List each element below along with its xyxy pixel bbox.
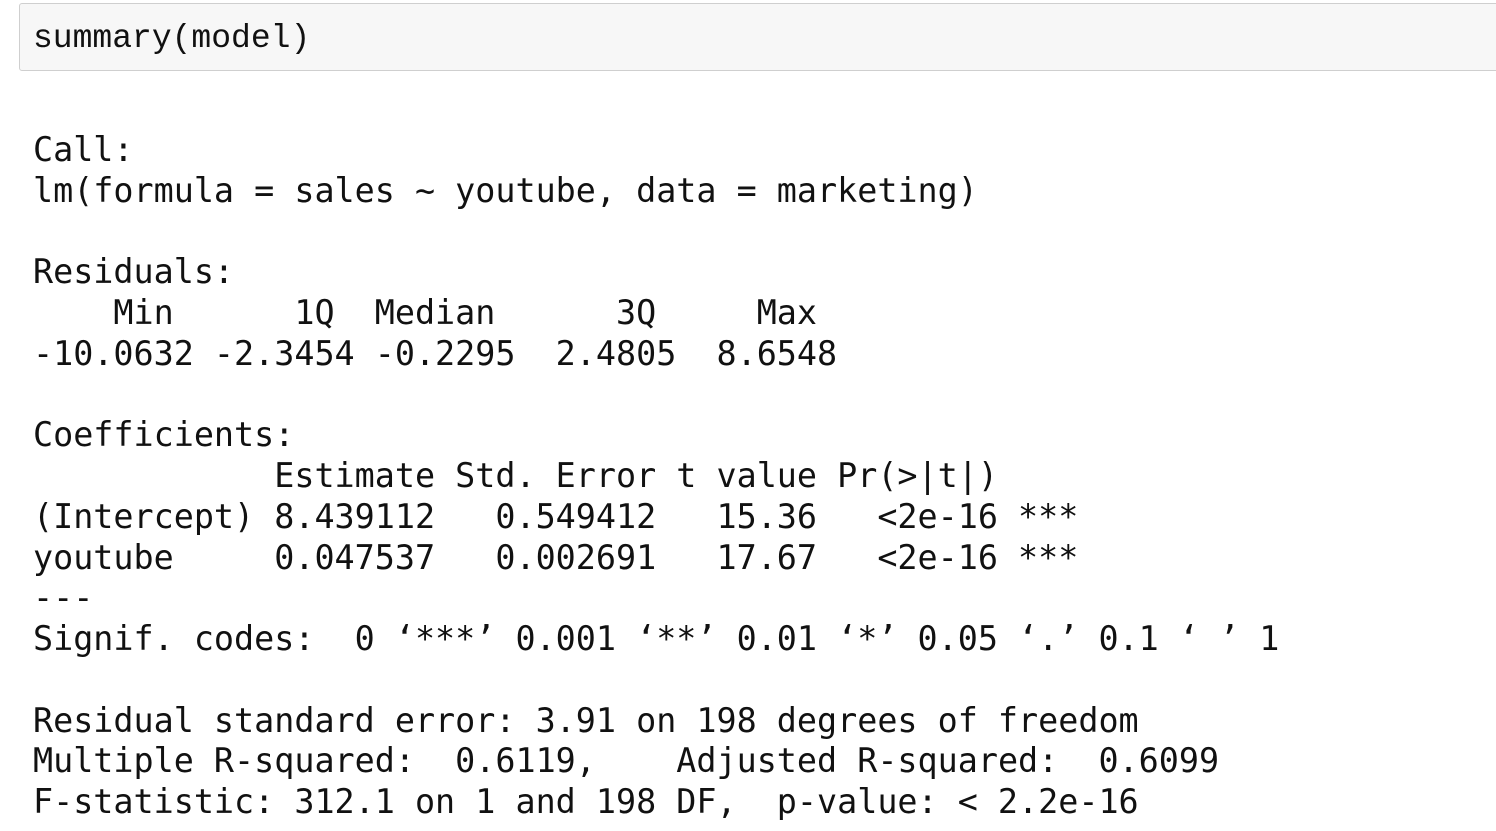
output-call-label: Call: <box>33 130 134 169</box>
output-f-statistic: F-statistic: 312.1 on 1 and 198 DF, p-va… <box>33 782 1139 821</box>
output-residual-std-error: Residual standard error: 3.91 on 198 deg… <box>33 700 1139 740</box>
output-blank-line <box>33 375 1279 416</box>
output-coefficients-label: Coefficients: <box>33 415 295 455</box>
output-coefficients-header: Estimate Std. Error t value Pr(>|t|) <box>33 456 1079 495</box>
output-coefficients-youtube-row: youtube 0.047537 0.002691 17.67 <2e-16 *… <box>33 537 1079 577</box>
output-blank-line <box>33 212 1279 253</box>
output-r-squared: Multiple R-squared: 0.6119, Adjusted R-s… <box>33 741 1240 781</box>
output-signif-codes: Signif. codes: 0 ‘***’ 0.001 ‘**’ 0.01 ‘… <box>33 619 1280 658</box>
output-blank-line <box>33 660 1279 701</box>
output-coefficients-intercept-row: (Intercept) 8.439112 0.549412 15.36 <2e-… <box>33 496 1079 536</box>
output-separator: --- <box>33 578 94 618</box>
output-call-formula: lm(formula = sales ~ youtube, data = mar… <box>33 170 978 210</box>
cell-output: Call:Call:lm(formula = sales ~ youtube, … <box>33 130 1279 823</box>
output-residuals-header: Min 1Q Median 3Q Max <box>33 293 838 332</box>
output-residuals-values: -10.0632 -2.3454 -0.2295 2.4805 8.6548 <box>33 333 858 373</box>
code-input-cell[interactable]: summary(model) <box>19 3 1496 71</box>
code-input-text[interactable]: summary(model) <box>33 19 310 59</box>
output-residuals-label: Residuals: <box>33 252 235 292</box>
